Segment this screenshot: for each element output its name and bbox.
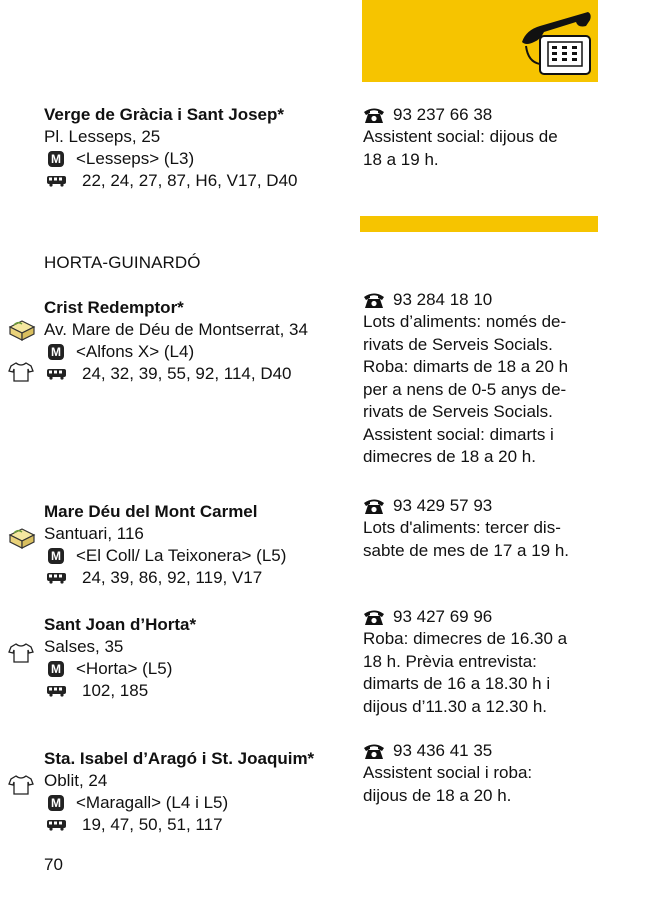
phone-number: 93 436 41 35 (393, 741, 493, 760)
bus-icon (47, 686, 66, 697)
food-parcel-icon (8, 528, 36, 549)
header-yellow-block (362, 0, 598, 82)
note-line: dijous d’11.30 a 12.30 h. (363, 696, 547, 716)
note-line: dimarts de 16 a 18.30 h i (363, 674, 551, 693)
page-number: 70 (44, 855, 63, 874)
metro-station: <Maragall> (L4 i L5) (76, 793, 229, 812)
entry-address: Salses, 35 (44, 637, 124, 656)
note-line: dimecres de 18 a 20 h. (363, 447, 536, 466)
metro-line: M <Lesseps> (L3) (44, 148, 354, 170)
metro-line: M <Alfons X> (L4) (44, 341, 354, 363)
telephone-icon (364, 499, 384, 514)
bus-line: 24, 39, 86, 92, 119, V17 (44, 567, 354, 589)
phone-line: 93 427 69 96 (363, 606, 603, 628)
bus-icon (47, 820, 66, 831)
bus-line: 19, 47, 50, 51, 117 (44, 814, 354, 836)
phone-number: 93 237 66 38 (393, 105, 493, 124)
metro-station: <Alfons X> (L4) (76, 342, 195, 361)
metro-line: M <Maragall> (L4 i L5) (44, 792, 354, 814)
note-line: Assistent social: dijous de (363, 127, 558, 146)
metro-icon: M (48, 795, 64, 811)
phone-line: 93 436 41 35 (363, 740, 603, 762)
bus-icon (47, 573, 66, 584)
metro-line: M <El Coll/ La Teixonera> (L5) (44, 545, 354, 567)
bus-routes: 24, 32, 39, 55, 92, 114, D40 (82, 364, 292, 383)
entry-address: Av. Mare de Déu de Montserrat, 34 (44, 320, 308, 339)
telephone-icon (364, 108, 384, 123)
note-line: per a nens de 0-5 anys de- (363, 379, 567, 399)
entry-name: Mare Déu del Mont Carmel (44, 502, 258, 521)
bus-icon (47, 369, 66, 380)
note-line: Lots d'aliments: tercer dis- (363, 518, 561, 537)
note-line: Lots d’aliments: només de- (363, 312, 567, 331)
food-parcel-icon (8, 320, 36, 341)
note-line: Roba: dimecres de 16.30 a (363, 629, 568, 648)
note-line: rivats de Serveis Socials. (363, 334, 553, 354)
metro-station: <Horta> (L5) (76, 659, 173, 678)
metro-icon: M (48, 151, 64, 167)
metro-station: <El Coll/ La Teixonera> (L5) (76, 546, 287, 565)
telephone-icon (364, 744, 384, 759)
phone-number: 93 284 18 10 (393, 290, 493, 309)
telephone-illustration-icon (522, 12, 591, 75)
telephone-icon (364, 610, 384, 625)
metro-icon: M (48, 661, 64, 677)
metro-line: M <Horta> (L5) (44, 658, 354, 680)
entry-name: Sant Joan d’Horta* (44, 615, 197, 634)
entry-address: Pl. Lesseps, 25 (44, 127, 161, 146)
note-line: Roba: dimarts de 18 a 20 h (363, 357, 569, 376)
note-line: Assistent social i roba: (363, 763, 533, 782)
bus-line: 22, 24, 27, 87, H6, V17, D40 (44, 170, 354, 192)
note-line: sabte de mes de 17 a 19 h. (363, 540, 570, 560)
phone-line: 93 237 66 38 (363, 104, 603, 126)
telephone-icon (364, 293, 384, 308)
note-line: dijous de 18 a 20 h. (363, 785, 512, 805)
metro-station: <Lesseps> (L3) (76, 149, 195, 168)
bus-routes: 24, 39, 86, 92, 119, V17 (82, 568, 263, 587)
section-divider-bar (360, 216, 598, 232)
phone-line: 93 429 57 93 (363, 495, 603, 517)
metro-icon: M (48, 344, 64, 360)
bus-line: 102, 185 (44, 680, 354, 702)
phone-number: 93 429 57 93 (393, 496, 493, 515)
phone-number: 93 427 69 96 (393, 607, 493, 626)
phone-line: 93 284 18 10 (363, 289, 603, 311)
note-line: Assistent social: dimarts i (363, 424, 554, 444)
t-shirt-icon (8, 362, 34, 382)
t-shirt-icon (8, 775, 34, 795)
bus-routes: 102, 185 (82, 681, 149, 700)
entry-address: Santuari, 116 (44, 524, 144, 543)
bus-icon (47, 176, 66, 187)
bus-routes: 22, 24, 27, 87, H6, V17, D40 (82, 171, 298, 190)
entry-name: Sta. Isabel d’Aragó i St. Joaquim* (44, 749, 315, 768)
entry-address: Oblit, 24 (44, 771, 108, 790)
bus-routes: 19, 47, 50, 51, 117 (82, 815, 223, 834)
district-heading: HORTA-GUINARDÓ (44, 253, 201, 272)
note-line: 18 h. Prèvia entrevista: (363, 651, 537, 671)
bus-line: 24, 32, 39, 55, 92, 114, D40 (44, 363, 354, 385)
metro-icon: M (48, 548, 64, 564)
note-line: rivats de Serveis Socials. (363, 402, 553, 421)
entry-name: Crist Redemptor* (44, 298, 184, 317)
note-line: 18 a 19 h. (363, 149, 439, 169)
entry-name: Verge de Gràcia i Sant Josep* (44, 105, 285, 124)
t-shirt-icon (8, 643, 34, 663)
